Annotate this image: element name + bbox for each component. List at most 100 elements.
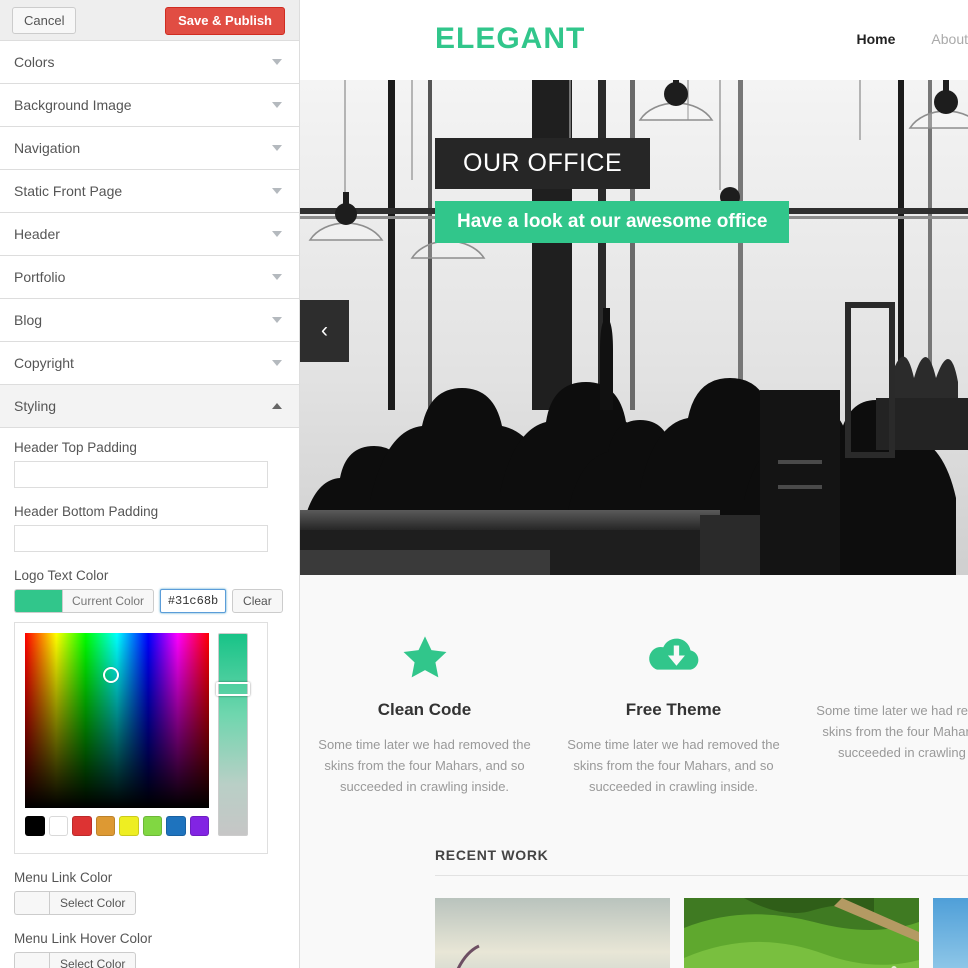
section-navigation-label: Navigation xyxy=(14,140,81,156)
feature-card: Clean Code Some time later we had remove… xyxy=(300,630,549,797)
section-header[interactable]: Header xyxy=(0,213,299,256)
saturation-area xyxy=(25,633,209,843)
customizer-action-bar: Cancel Save & Publish xyxy=(0,0,299,41)
section-static-front-page[interactable]: Static Front Page xyxy=(0,170,299,213)
chevron-down-icon xyxy=(272,317,282,323)
color-picker-handle[interactable] xyxy=(103,667,119,683)
header-top-padding-input[interactable] xyxy=(14,461,268,488)
section-portfolio-label: Portfolio xyxy=(14,269,66,285)
section-colors-label: Colors xyxy=(14,54,55,70)
swatch-black[interactable] xyxy=(25,816,45,836)
recent-work-heading: RECENT WORK xyxy=(435,847,968,876)
portfolio-thumbnail[interactable] xyxy=(933,898,968,968)
swatch-yellow[interactable] xyxy=(119,816,139,836)
site-header: ELEGANT Home About xyxy=(300,0,968,80)
logo-text-color-hex-input[interactable] xyxy=(160,589,227,613)
blue-sky-thumbnail xyxy=(933,898,968,968)
customizer-app: Cancel Save & Publish Colors Background … xyxy=(0,0,968,968)
chevron-down-icon xyxy=(272,145,282,151)
hero-subtitle: Have a look at our awesome office xyxy=(435,201,790,243)
styling-section-body: Header Top Padding Header Bottom Padding… xyxy=(0,428,299,968)
color-swatches xyxy=(25,816,209,836)
swatch-green[interactable] xyxy=(142,816,162,836)
feature-title: Free Theme xyxy=(625,700,722,719)
hero-title: OUR OFFICE xyxy=(435,138,651,189)
section-blog[interactable]: Blog xyxy=(0,299,299,342)
menu-link-hover-color-swatch[interactable] xyxy=(14,952,49,968)
chevron-up-icon xyxy=(272,403,282,409)
customizer-accordion: Colors Background Image Navigation Stati… xyxy=(0,41,299,428)
star-icon xyxy=(314,630,535,686)
logo-text-color-field: Logo Text Color Current Color Clear xyxy=(14,568,285,854)
chevron-down-icon xyxy=(272,231,282,237)
current-color-swatch[interactable] xyxy=(14,589,62,613)
green-leaf-waterdrops-thumbnail xyxy=(684,898,919,968)
menu-link-color-controls: Select Color xyxy=(14,891,285,915)
menu-link-hover-color-field: Menu Link Hover Color Select Color xyxy=(14,931,285,968)
section-portfolio[interactable]: Portfolio xyxy=(0,256,299,299)
menu-link-hover-color-controls: Select Color xyxy=(14,952,285,968)
feature-title: Clean Code xyxy=(377,700,472,719)
customizer-sidebar: Cancel Save & Publish Colors Background … xyxy=(0,0,300,968)
alpha-slider-handle[interactable] xyxy=(216,682,250,696)
feature-card: Free Theme Some time later we had remove… xyxy=(549,630,798,797)
menu-link-hover-color-label: Menu Link Hover Color xyxy=(14,931,153,946)
swatch-white[interactable] xyxy=(48,816,68,836)
chevron-down-icon xyxy=(272,102,282,108)
recent-work-section: RECENT WORK xyxy=(300,837,968,968)
nav-item-home[interactable]: Home xyxy=(857,31,896,47)
menu-link-color-swatch[interactable] xyxy=(14,891,49,915)
hero-slider: OUR OFFICE Have a look at our awesome of… xyxy=(300,80,968,575)
header-bottom-padding-input[interactable] xyxy=(14,525,268,552)
header-bottom-padding-field: Header Bottom Padding xyxy=(14,504,285,552)
site-navigation: Home About xyxy=(857,31,968,47)
menu-link-hover-select-color-button[interactable]: Select Color xyxy=(49,952,137,968)
save-and-publish-button[interactable]: Save & Publish xyxy=(165,7,285,35)
feature-icon-placeholder xyxy=(812,630,968,686)
swatch-purple[interactable] xyxy=(189,816,209,836)
menu-link-color-label: Menu Link Color xyxy=(14,870,113,885)
beach-horizon-thumbnail xyxy=(435,898,670,968)
feature-text: Some time later we had removed the skins… xyxy=(816,703,968,760)
section-header-label: Header xyxy=(14,226,60,242)
menu-link-select-color-button[interactable]: Select Color xyxy=(49,891,137,915)
section-background-image[interactable]: Background Image xyxy=(0,84,299,127)
feature-card: Some time later we had removed the skins… xyxy=(798,630,968,797)
logo-text-color-controls: Current Color Clear xyxy=(14,589,285,613)
site-logo[interactable]: ELEGANT xyxy=(435,22,585,56)
alpha-slider-column xyxy=(216,633,252,843)
portfolio-thumbnail[interactable] xyxy=(435,898,670,968)
section-navigation[interactable]: Navigation xyxy=(0,127,299,170)
menu-link-color-field: Menu Link Color Select Color xyxy=(14,870,285,915)
alpha-slider[interactable] xyxy=(216,633,250,836)
cloud-download-icon xyxy=(563,630,784,686)
section-copyright[interactable]: Copyright xyxy=(0,342,299,385)
section-styling-label: Styling xyxy=(14,398,57,414)
clear-color-button[interactable]: Clear xyxy=(232,589,283,613)
chevron-down-icon xyxy=(272,59,282,65)
section-background-image-label: Background Image xyxy=(14,97,132,113)
cancel-button[interactable]: Cancel xyxy=(12,6,77,34)
saturation-value-box[interactable] xyxy=(25,633,209,808)
header-top-padding-label: Header Top Padding xyxy=(14,440,137,455)
chevron-down-icon xyxy=(272,360,282,366)
feature-text: Some time later we had removed the skins… xyxy=(567,737,780,794)
section-static-front-page-label: Static Front Page xyxy=(14,183,123,199)
swatch-red[interactable] xyxy=(72,816,92,836)
slider-prev-arrow-icon[interactable]: ‹ xyxy=(300,300,349,362)
section-styling[interactable]: Styling xyxy=(0,385,299,428)
site-preview-pane[interactable]: ELEGANT Home About OUR OFFICE Have a loo… xyxy=(300,0,968,968)
color-picker-panel xyxy=(14,622,268,854)
section-blog-label: Blog xyxy=(14,312,43,328)
feature-text: Some time later we had removed the skins… xyxy=(318,737,531,794)
nav-item-about[interactable]: About xyxy=(931,31,968,47)
swatch-orange[interactable] xyxy=(95,816,115,836)
current-color-text: Current Color xyxy=(62,589,155,613)
logo-text-color-label: Logo Text Color xyxy=(14,568,109,583)
header-top-padding-field: Header Top Padding xyxy=(14,440,285,488)
section-colors[interactable]: Colors xyxy=(0,41,299,84)
recent-work-thumbnails xyxy=(435,898,968,968)
portfolio-thumbnail[interactable] xyxy=(684,898,919,968)
header-bottom-padding-label: Header Bottom Padding xyxy=(14,504,159,519)
swatch-blue[interactable] xyxy=(166,816,186,836)
